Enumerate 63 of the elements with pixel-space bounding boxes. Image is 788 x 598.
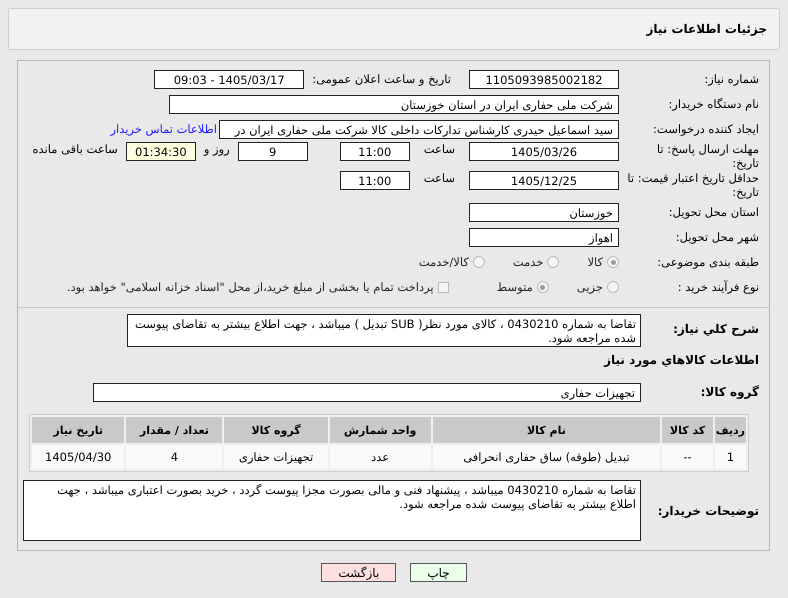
form-label: توضیحات خریدار: xyxy=(656,504,760,518)
province-field: خوزستان xyxy=(469,202,619,222)
form-label: ایجاد کننده درخواست: xyxy=(652,122,760,136)
option-label: پرداخت تمام یا بخشی از مبلغ خرید،از محل "اسناد خزانه اسلامی" خواهد بود. xyxy=(66,280,434,294)
option-label: کالا/خدمت xyxy=(418,255,469,269)
column-header: گروه کالا xyxy=(224,417,328,443)
table-cell: عدد xyxy=(330,445,431,469)
form-label: ساعت xyxy=(424,142,455,156)
contact-link[interactable]: اطلاعات تماس خریدار xyxy=(110,122,217,136)
buyer-org-field: شرکت ملی حفاری ایران در استان خوزستان xyxy=(169,94,619,114)
form-label: طبقه بندی موضوعی: xyxy=(656,255,760,269)
column-header: تاریخ نیاز xyxy=(32,417,124,443)
radio-button[interactable] xyxy=(472,256,485,268)
countdown-field: 01:34:30 xyxy=(126,142,196,161)
back-button[interactable]: بازگشت xyxy=(321,563,396,582)
form-label: مهلت ارسال پاسخ: تا تاریخ: xyxy=(656,142,760,170)
form-label: روز و xyxy=(204,142,230,156)
form-label: نام دستگاه خریدار: xyxy=(667,97,760,111)
form-label: استان محل تحویل: xyxy=(668,205,760,219)
days-field: 9 xyxy=(238,142,308,161)
table-cell: تجهیزات حفاری xyxy=(224,445,328,469)
time-field: 11:00 xyxy=(340,142,410,161)
table-cell: 4 xyxy=(126,445,222,469)
column-header: ردیف xyxy=(714,417,746,443)
option-label: جزیی xyxy=(576,280,603,294)
table-cell: تبدیل (طوقه) ساق حفاری انحرافی xyxy=(432,445,660,469)
table-cell: 1 xyxy=(714,445,746,469)
form-label: ساعت xyxy=(424,171,455,185)
date-field: 1405/12/25 xyxy=(469,171,619,190)
print-button[interactable]: چاپ xyxy=(410,563,467,582)
option-label: خدمت xyxy=(512,255,544,269)
form-label: شهر محل تحویل: xyxy=(674,230,760,244)
buyer-notes-field: تقاضا به شماره 0430210 میباشد ، پیشنهاد فنی و مالی بصورت مجزا پیوست گردد ، خرید بصورت اعتباری میباشد ، جهت اطلاع بیشتر به تقاضای پیوست شده مراجعه شود. xyxy=(23,480,641,541)
column-header: تعداد / مقدار xyxy=(126,417,222,443)
form-label: ساعت باقی مانده xyxy=(32,142,118,156)
form-label: گروه کالا: xyxy=(700,385,760,399)
form-label: حداقل تاریخ اعتبار قیمت: تا تاریخ: xyxy=(627,171,760,199)
section-title: اطلاعات کالاهاي مورد نياز xyxy=(604,353,760,367)
time-field: 11:00 xyxy=(340,171,410,190)
radio-button[interactable] xyxy=(536,281,549,293)
radio-button[interactable] xyxy=(607,256,619,268)
column-header: کد کالا xyxy=(662,417,713,443)
city-field: اهواز xyxy=(469,228,619,246)
date-field: 1405/03/26 xyxy=(469,142,619,161)
page-title: جزئیات اطلاعات نیاز xyxy=(646,22,767,36)
requester-field: سید اسماعیل حیدری کارشناس تدارکات داخلی کالا شرکت ملی حفاری ایران در xyxy=(219,120,619,138)
announce-date-field: 1405/03/17 - 09:03 xyxy=(154,70,304,88)
checkbox[interactable] xyxy=(438,282,449,292)
option-label: کالا xyxy=(587,255,603,269)
column-header: نام کالا xyxy=(432,417,660,443)
column-header: واحد شمارش xyxy=(330,417,431,443)
goods-group-field: تجهیزات حفاری xyxy=(93,382,641,402)
form-label: نوع فرآیند خرید : xyxy=(676,280,760,294)
table-cell: -- xyxy=(662,445,713,469)
need-number-field: 1105093985002182 xyxy=(469,70,619,88)
summary-field: تقاضا به شماره 0430210 ، کالای مورد نظر( SUB تبدیل ) میباشد ، جهت اطلاع بیشتر به تقاضای پیوست شده مراجعه شود. xyxy=(127,314,641,347)
form-label: تاریخ و ساعت اعلان عمومی: xyxy=(312,72,451,86)
option-label: متوسط xyxy=(496,280,533,294)
table-cell: 1405/04/30 xyxy=(32,445,124,469)
form-label: شرح کلي نياز: xyxy=(672,321,760,336)
radio-button[interactable] xyxy=(547,256,560,268)
form-label: شماره نیاز: xyxy=(703,72,760,86)
radio-button[interactable] xyxy=(607,281,619,293)
